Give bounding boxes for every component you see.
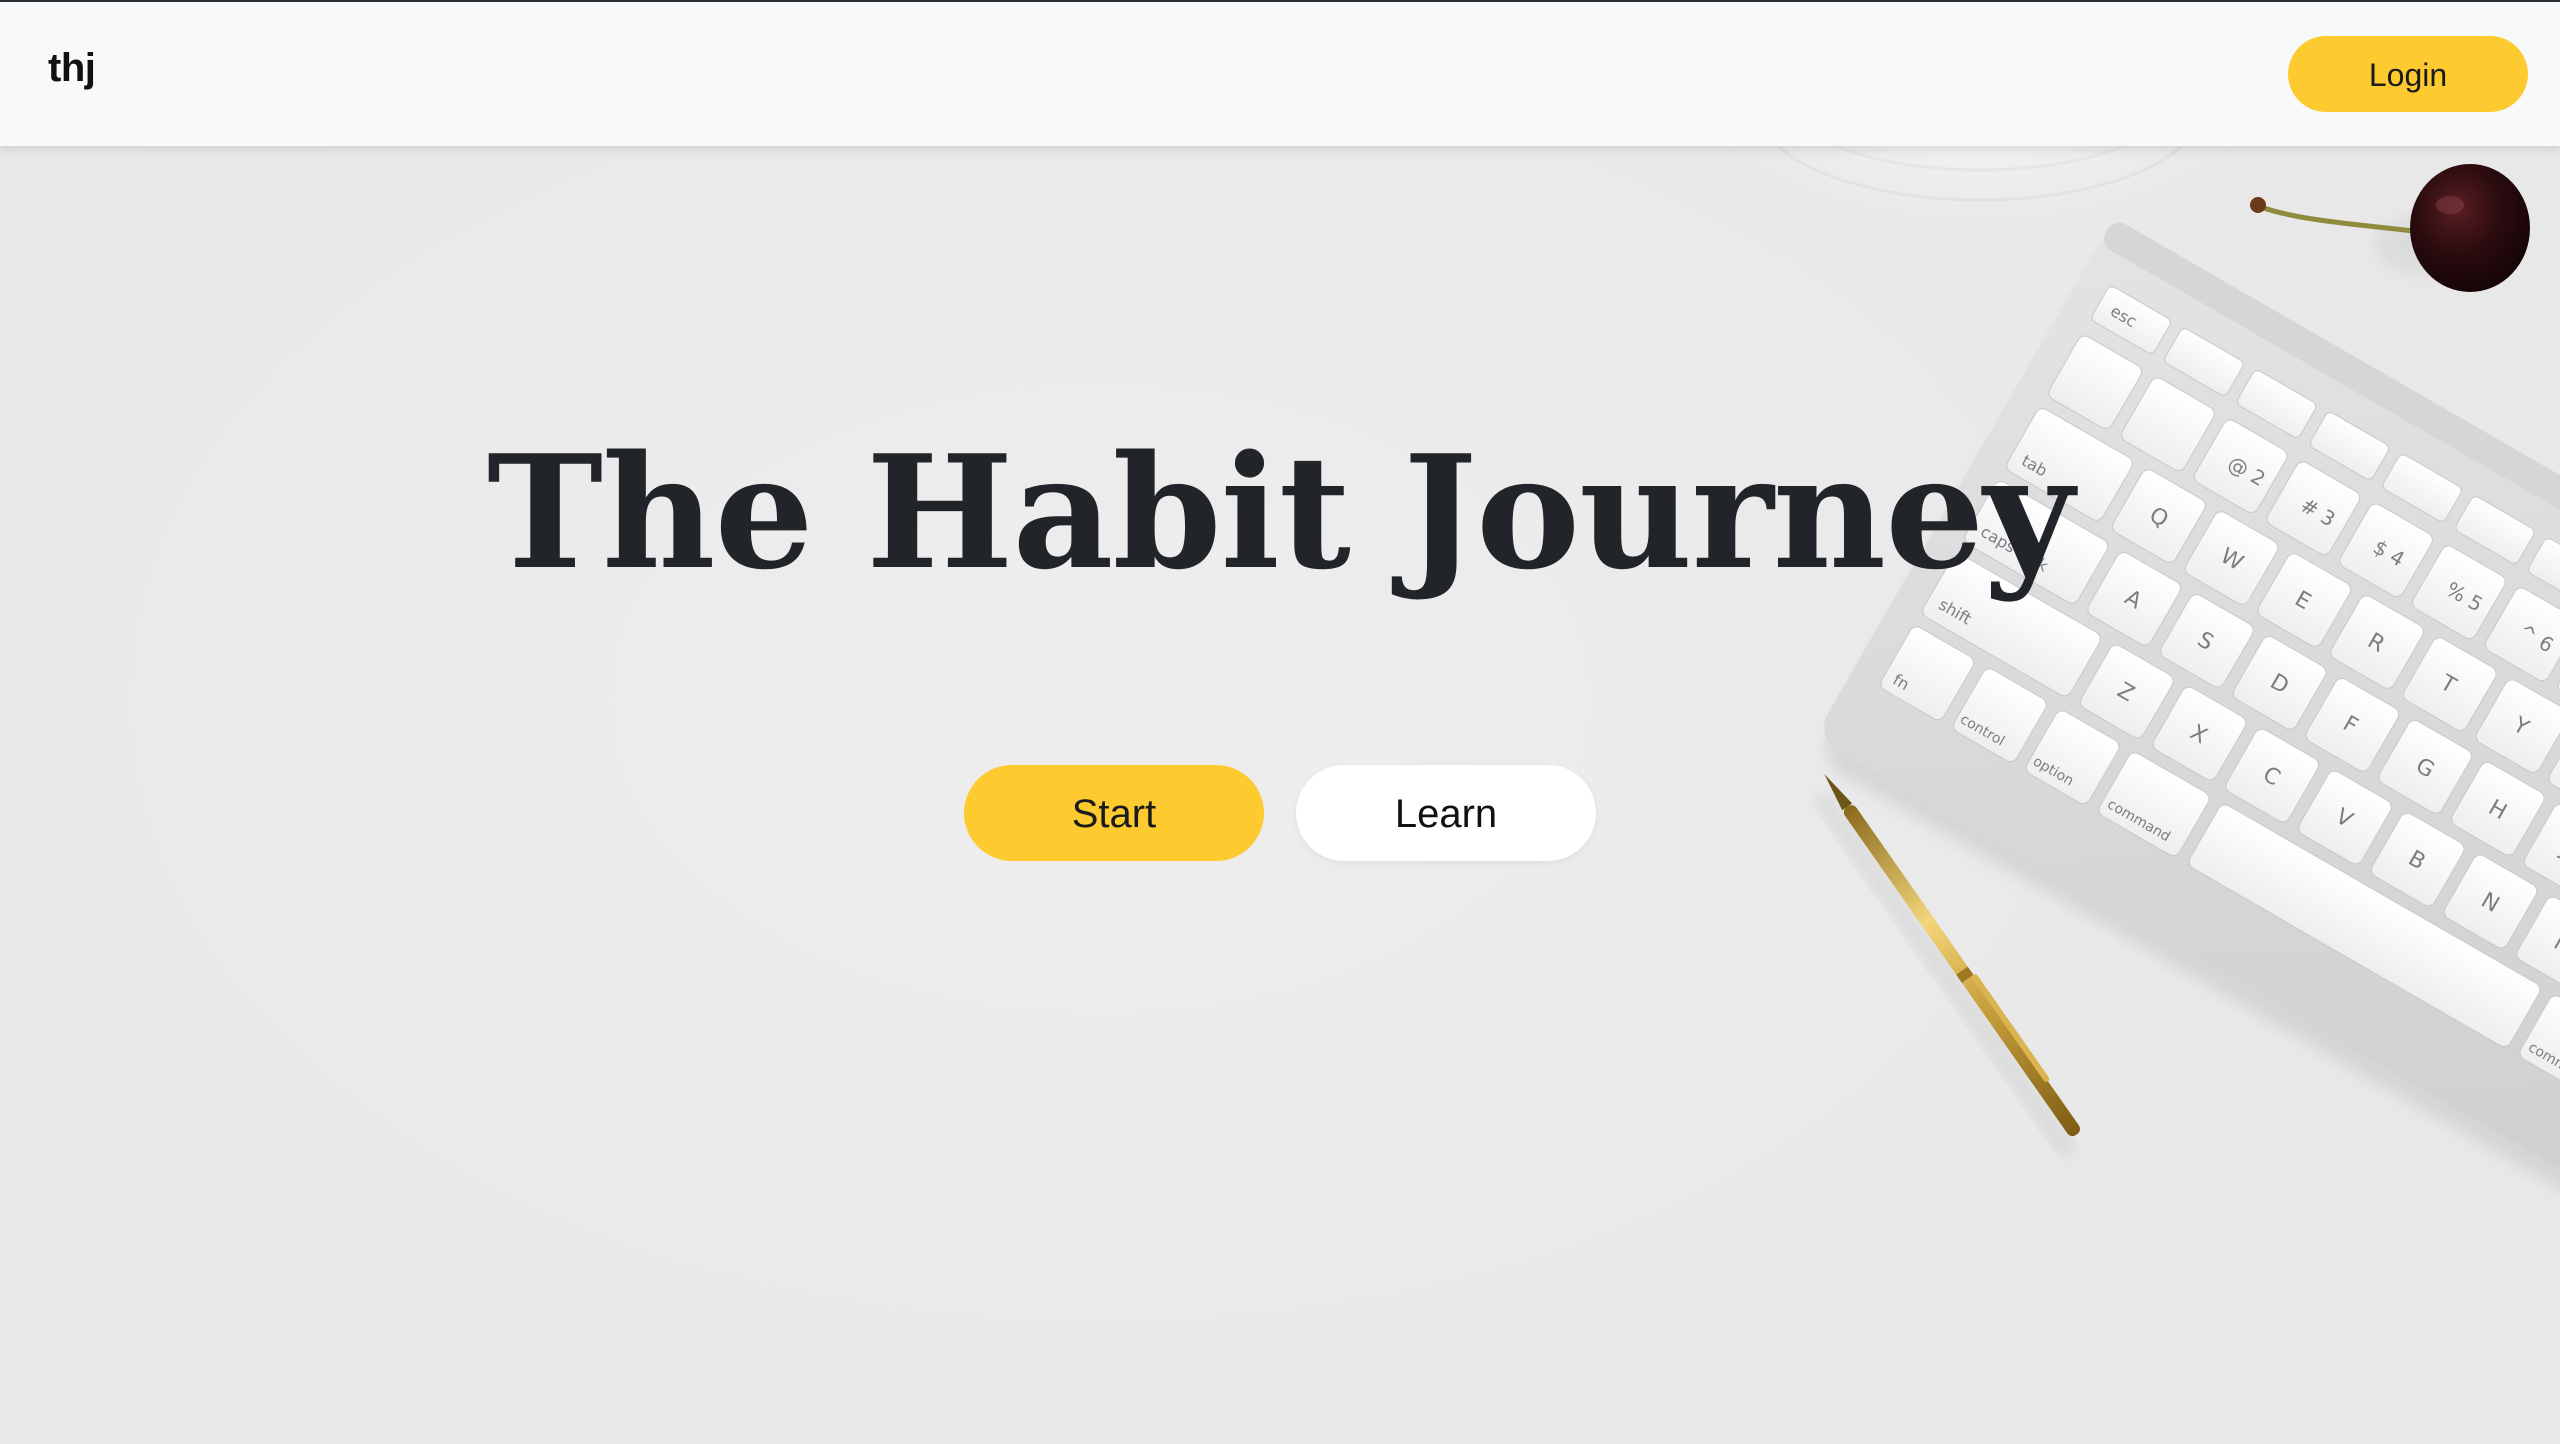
cherry-decoration xyxy=(2250,164,2530,292)
hero-section: esc @ 2 # 3 $ 4 % 5 ^ 6 tab Q W E R T Y … xyxy=(0,0,2560,1444)
keyboard-decoration: esc @ 2 # 3 $ 4 % 5 ^ 6 tab Q W E R T Y … xyxy=(1824,222,2560,1208)
navbar: thj Login xyxy=(0,2,2560,146)
top-rule xyxy=(0,0,2560,2)
hero-background-photo: esc @ 2 # 3 $ 4 % 5 ^ 6 tab Q W E R T Y … xyxy=(1720,0,2560,1208)
hero-actions: Start Learn xyxy=(0,765,2560,861)
start-button[interactable]: Start xyxy=(964,765,1264,861)
learn-button[interactable]: Learn xyxy=(1296,765,1596,861)
brand-logo[interactable]: thj xyxy=(48,46,96,91)
login-button[interactable]: Login xyxy=(2288,36,2528,112)
page-title: The Habit Journey xyxy=(486,421,2074,604)
